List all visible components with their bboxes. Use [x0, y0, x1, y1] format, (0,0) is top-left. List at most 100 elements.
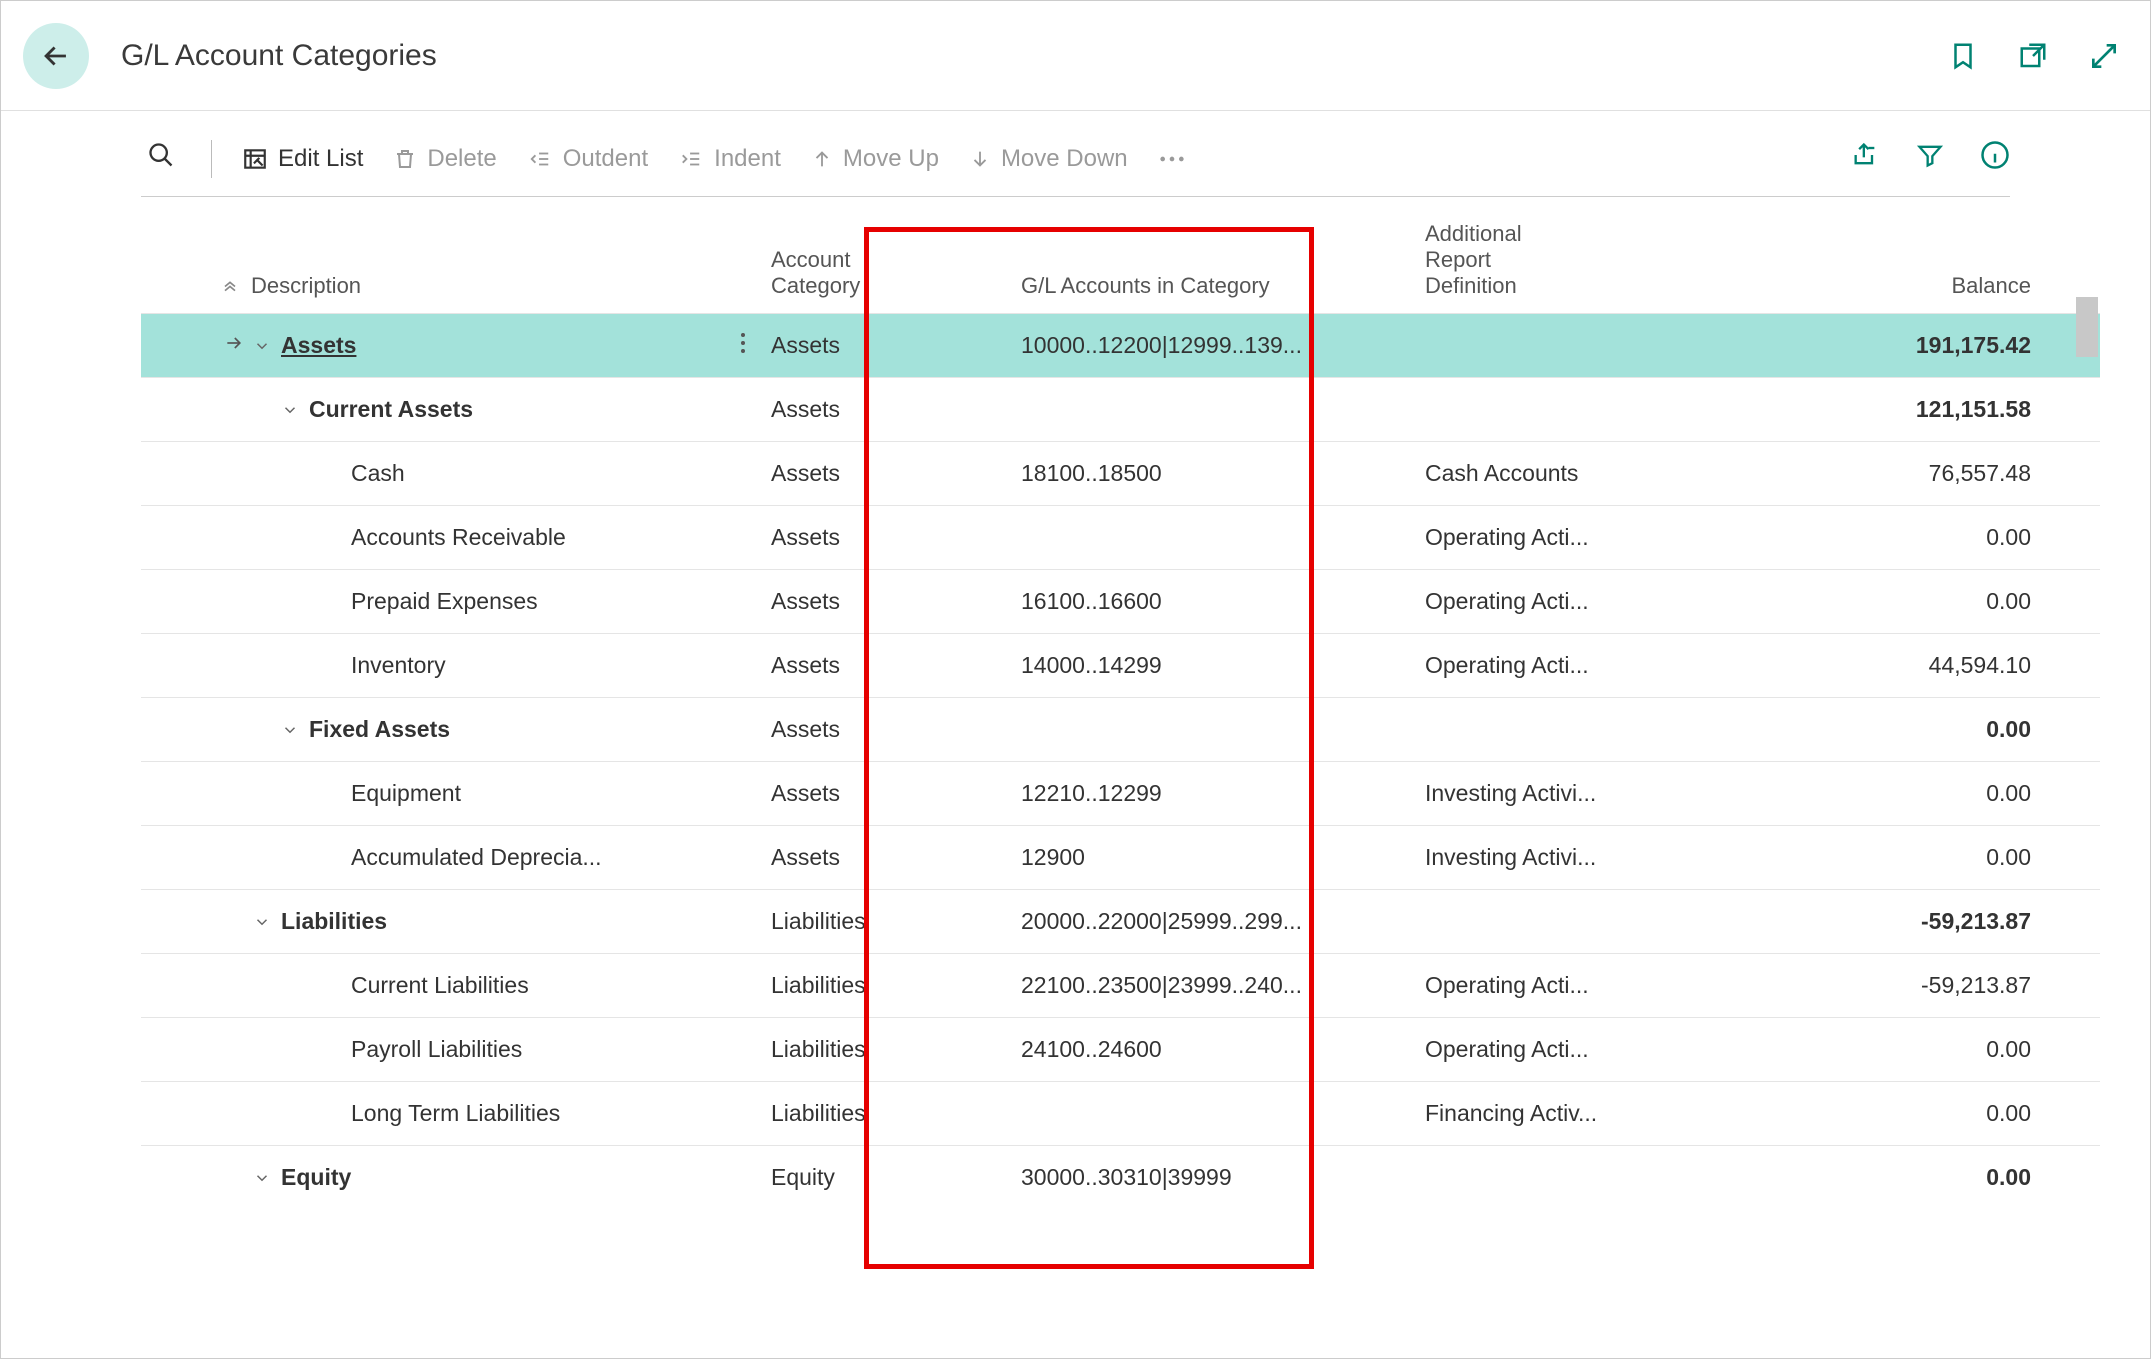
delete-button[interactable]: Delete	[393, 145, 496, 173]
cell-description[interactable]: Accounts Receivable	[251, 524, 761, 551]
collapse-all-header[interactable]	[141, 279, 251, 299]
filter-icon[interactable]	[1916, 141, 1944, 176]
cell-description[interactable]: Accumulated Deprecia...	[251, 844, 761, 871]
cell-description[interactable]: Equity	[251, 1164, 761, 1191]
vertical-scrollbar[interactable]	[2076, 297, 2098, 945]
cell-account-category[interactable]: Assets	[761, 716, 1011, 743]
cell-account-category[interactable]: Liabilities	[761, 972, 1011, 999]
cell-gl-accounts[interactable]: 18100..18500	[1011, 460, 1419, 487]
cell-account-category[interactable]: Assets	[761, 332, 1011, 359]
cell-balance[interactable]: 121,151.58	[1671, 396, 2041, 423]
cell-description[interactable]: Inventory	[251, 652, 761, 679]
cell-gl-accounts[interactable]: 12210..12299	[1011, 780, 1419, 807]
cell-account-category[interactable]: Assets	[761, 780, 1011, 807]
chevron-down-icon[interactable]	[279, 721, 301, 739]
table-row[interactable]: CashAssets18100..18500Cash Accounts76,55…	[141, 441, 2100, 505]
cell-additional-definition[interactable]: Operating Acti...	[1419, 652, 1671, 679]
cell-additional-definition[interactable]: Operating Acti...	[1419, 972, 1671, 999]
cell-gl-accounts[interactable]: 12900	[1011, 844, 1419, 871]
cell-description[interactable]: Cash	[251, 460, 761, 487]
row-more-icon[interactable]	[739, 330, 761, 362]
cell-balance[interactable]: 0.00	[1671, 588, 2041, 615]
cell-gl-accounts[interactable]: 20000..22000|25999..299...	[1011, 908, 1419, 935]
bookmark-icon[interactable]	[1948, 39, 1978, 73]
cell-balance[interactable]: 0.00	[1671, 1036, 2041, 1063]
cell-balance[interactable]: 0.00	[1671, 1164, 2041, 1191]
cell-balance[interactable]: 76,557.48	[1671, 460, 2041, 487]
table-row[interactable]: Current AssetsAssets121,151.58	[141, 377, 2100, 441]
cell-description[interactable]: Equipment	[251, 780, 761, 807]
indent-button[interactable]: Indent	[678, 145, 781, 173]
outdent-button[interactable]: Outdent	[527, 145, 648, 173]
table-row[interactable]: Prepaid ExpensesAssets16100..16600Operat…	[141, 569, 2100, 633]
expand-icon[interactable]	[2088, 40, 2120, 72]
header-balance[interactable]: Balance	[1671, 273, 2041, 299]
cell-balance[interactable]: 0.00	[1671, 780, 2041, 807]
cell-account-category[interactable]: Liabilities	[761, 1100, 1011, 1127]
more-actions-button[interactable]	[1158, 154, 1186, 164]
table-row[interactable]: Current LiabilitiesLiabilities22100..235…	[141, 953, 2100, 1017]
cell-account-category[interactable]: Liabilities	[761, 1036, 1011, 1063]
edit-list-button[interactable]: Edit List	[242, 145, 363, 173]
table-row[interactable]: EquipmentAssets12210..12299Investing Act…	[141, 761, 2100, 825]
cell-account-category[interactable]: Equity	[761, 1164, 1011, 1191]
open-new-window-icon[interactable]	[2016, 41, 2050, 71]
header-gl-accounts[interactable]: G/L Accounts in Category	[1011, 273, 1419, 299]
header-account-category[interactable]: Account Category	[761, 247, 1011, 299]
cell-description[interactable]: Fixed Assets	[251, 716, 761, 743]
scrollbar-thumb[interactable]	[2076, 297, 2098, 357]
cell-description[interactable]: Long Term Liabilities	[251, 1100, 761, 1127]
table-row[interactable]: Accounts ReceivableAssetsOperating Acti.…	[141, 505, 2100, 569]
cell-gl-accounts[interactable]: 10000..12200|12999..139...	[1011, 332, 1419, 359]
cell-account-category[interactable]: Assets	[761, 844, 1011, 871]
table-row[interactable]: Fixed AssetsAssets 0.00	[141, 697, 2100, 761]
cell-gl-accounts[interactable]: 24100..24600	[1011, 1036, 1419, 1063]
cell-balance[interactable]: 191,175.42	[1671, 332, 2041, 359]
move-up-button[interactable]: Move Up	[811, 145, 939, 173]
cell-gl-accounts[interactable]: 30000..30310|39999	[1011, 1164, 1419, 1191]
cell-gl-accounts[interactable]: 16100..16600	[1011, 588, 1419, 615]
table-row[interactable]: Long Term LiabilitiesLiabilities Financin…	[141, 1081, 2100, 1145]
cell-description[interactable]: Payroll Liabilities	[251, 1036, 761, 1063]
table-row[interactable]: Accumulated Deprecia...Assets12900Invest…	[141, 825, 2100, 889]
cell-additional-definition[interactable]: Financing Activ...	[1419, 1100, 1671, 1127]
cell-balance[interactable]: 0.00	[1671, 844, 2041, 871]
cell-balance[interactable]: -59,213.87	[1671, 972, 2041, 999]
table-row[interactable]: EquityEquity30000..30310|399990.00	[141, 1145, 2100, 1209]
table-row[interactable]: InventoryAssets14000..14299Operating Act…	[141, 633, 2100, 697]
chevron-down-icon[interactable]	[251, 1169, 273, 1187]
chevron-down-icon[interactable]	[251, 913, 273, 931]
info-icon[interactable]	[1980, 140, 2010, 177]
cell-additional-definition[interactable]: Investing Activi...	[1419, 780, 1671, 807]
cell-additional-definition[interactable]: Operating Acti...	[1419, 1036, 1671, 1063]
cell-additional-definition[interactable]: Cash Accounts	[1419, 460, 1671, 487]
chevron-down-icon[interactable]	[279, 401, 301, 419]
move-down-button[interactable]: Move Down	[969, 145, 1128, 173]
chevron-down-icon[interactable]	[251, 337, 273, 355]
cell-gl-accounts[interactable]: 14000..14299	[1011, 652, 1419, 679]
cell-balance[interactable]: 0.00	[1671, 716, 2041, 743]
cell-additional-definition[interactable]: Operating Acti...	[1419, 524, 1671, 551]
cell-description[interactable]: Assets	[251, 330, 761, 362]
cell-balance[interactable]: 0.00	[1671, 524, 2041, 551]
cell-description[interactable]: Liabilities	[251, 908, 761, 935]
header-additional-def[interactable]: Additional Report Definition	[1419, 221, 1671, 299]
cell-additional-definition[interactable]: Investing Activi...	[1419, 844, 1671, 871]
cell-gl-accounts[interactable]: 22100..23500|23999..240...	[1011, 972, 1419, 999]
cell-description[interactable]: Prepaid Expenses	[251, 588, 761, 615]
share-icon[interactable]	[1850, 141, 1880, 176]
header-description[interactable]: Description	[251, 273, 761, 299]
table-row[interactable]: LiabilitiesLiabilities20000..22000|25999…	[141, 889, 2100, 953]
back-button[interactable]	[23, 23, 89, 89]
table-row[interactable]: AssetsAssets10000..12200|12999..139...19…	[141, 313, 2100, 377]
cell-account-category[interactable]: Assets	[761, 460, 1011, 487]
cell-account-category[interactable]: Liabilities	[761, 908, 1011, 935]
cell-balance[interactable]: 0.00	[1671, 1100, 2041, 1127]
search-button[interactable]	[141, 137, 181, 180]
cell-description[interactable]: Current Assets	[251, 396, 761, 423]
cell-account-category[interactable]: Assets	[761, 652, 1011, 679]
cell-balance[interactable]: -59,213.87	[1671, 908, 2041, 935]
cell-description[interactable]: Current Liabilities	[251, 972, 761, 999]
cell-additional-definition[interactable]: Operating Acti...	[1419, 588, 1671, 615]
table-row[interactable]: Payroll LiabilitiesLiabilities24100..246…	[141, 1017, 2100, 1081]
